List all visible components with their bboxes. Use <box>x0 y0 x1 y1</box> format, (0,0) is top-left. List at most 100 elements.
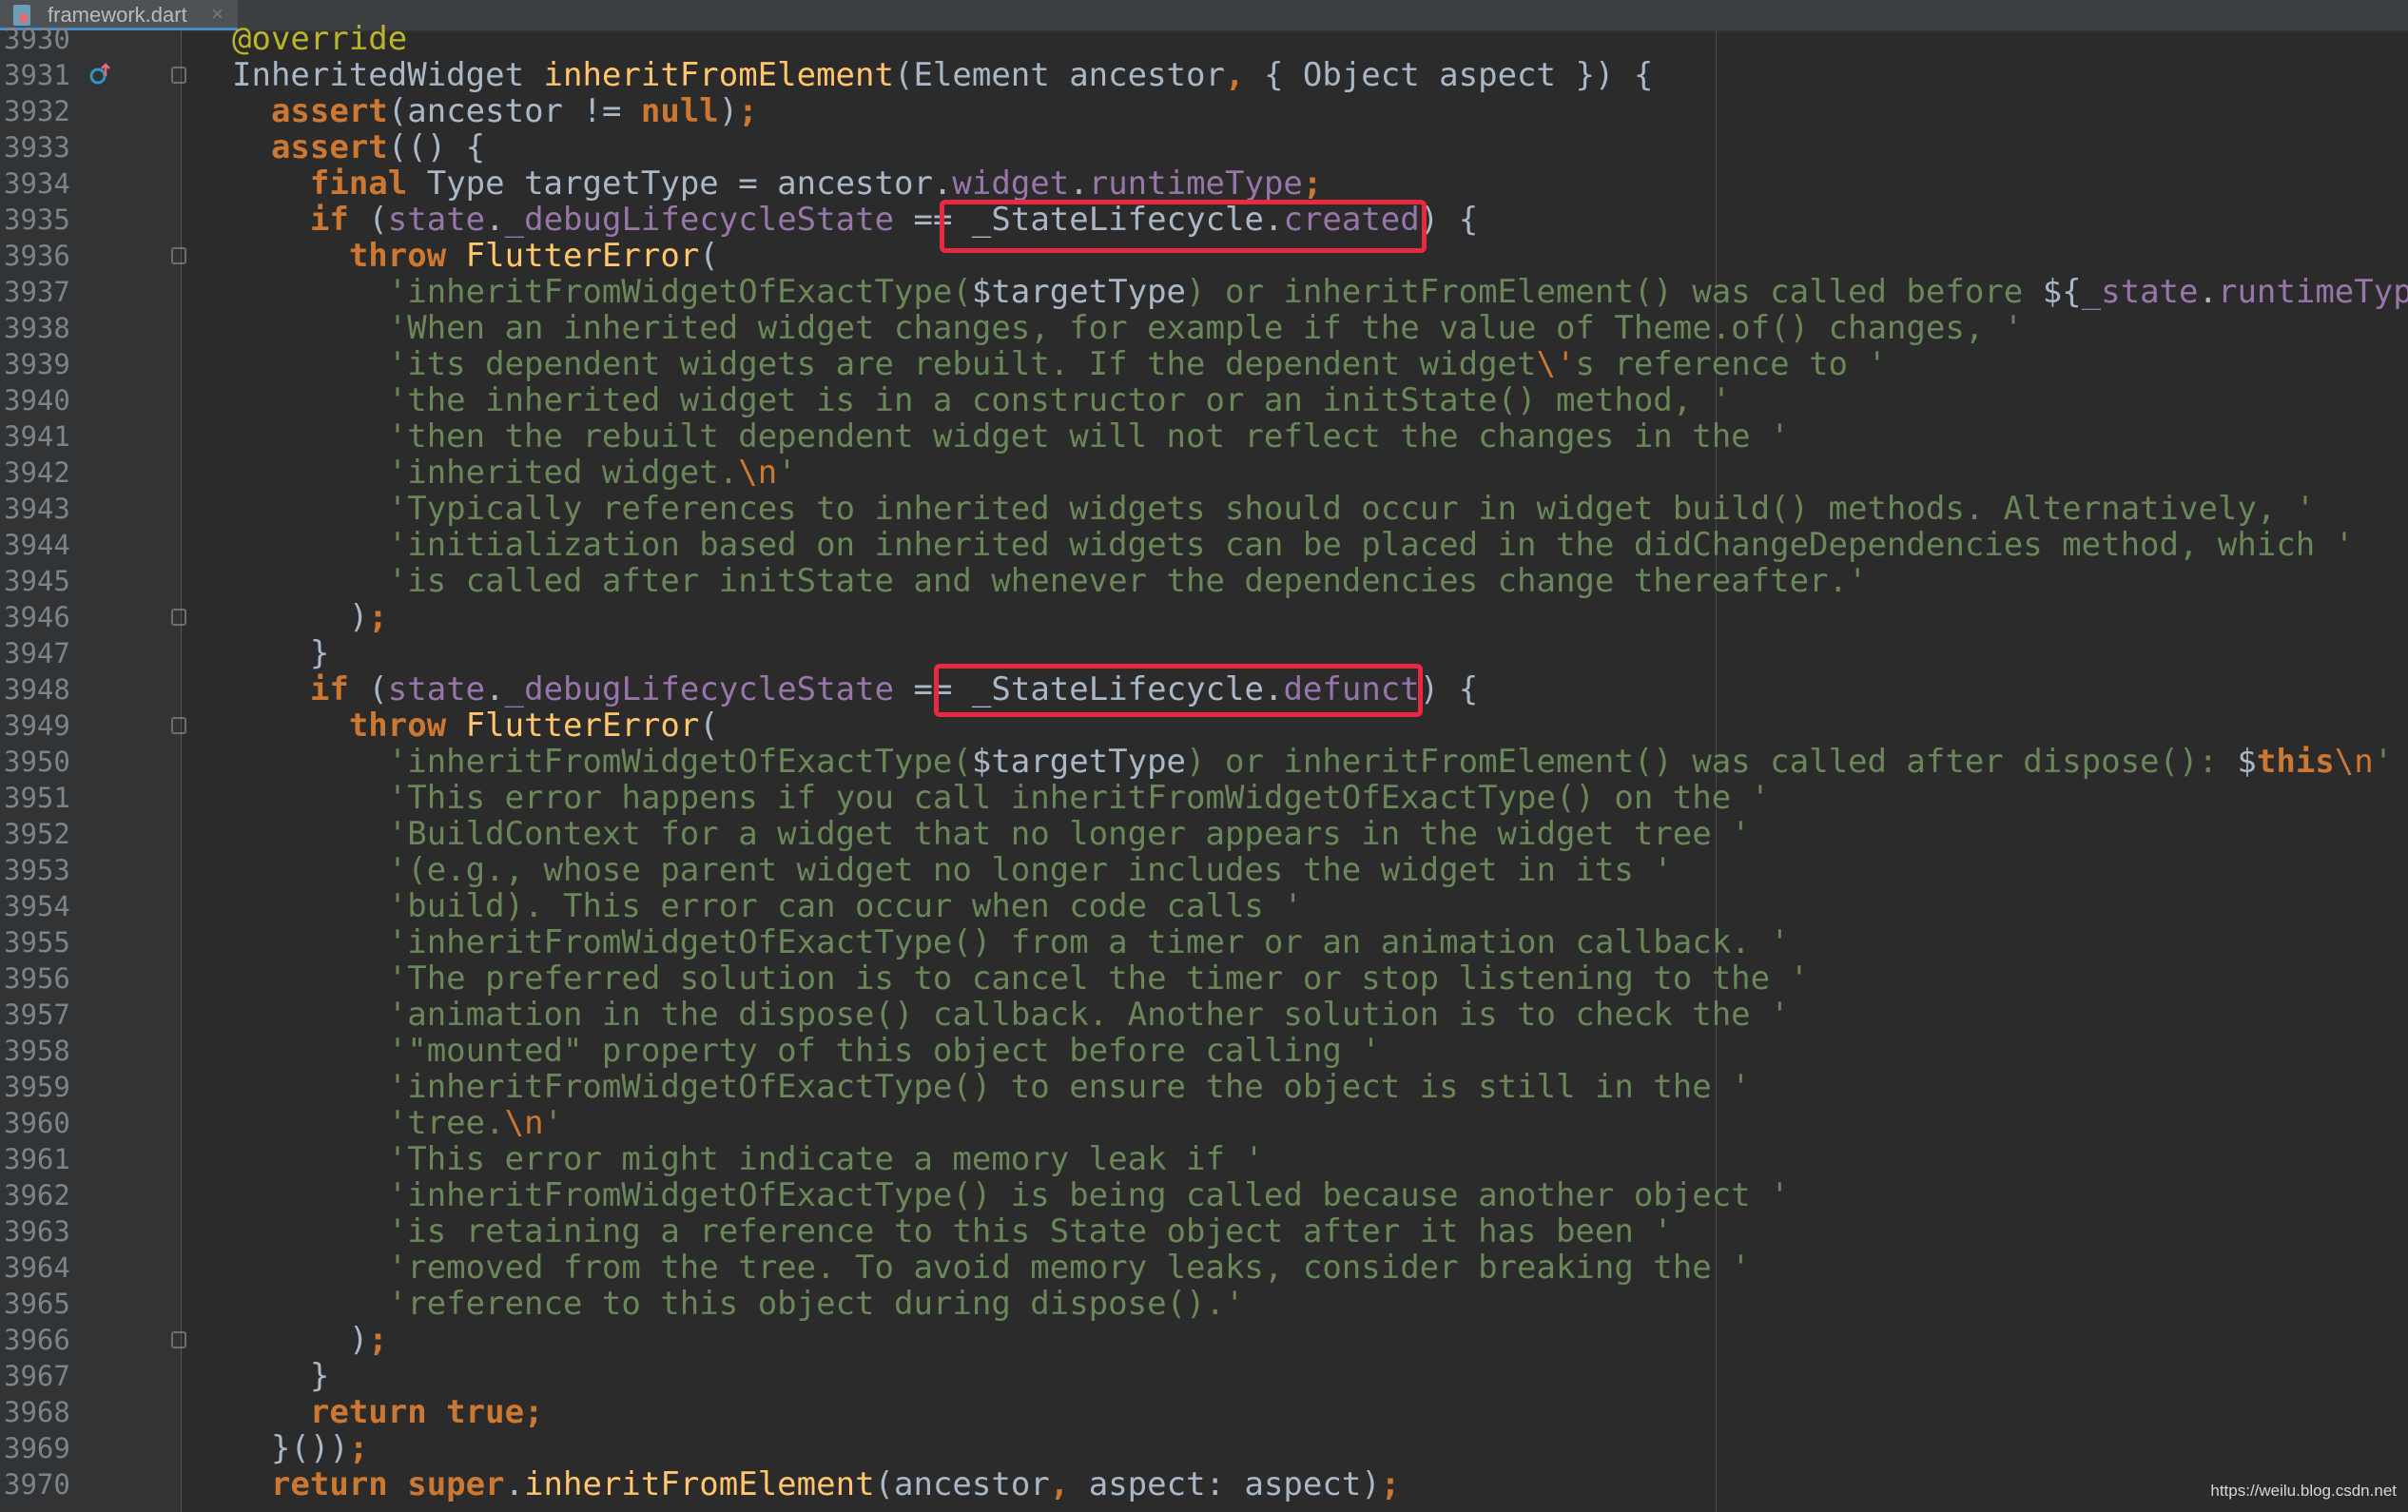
code-text: 'removed from the tree. To avoid memory … <box>232 1250 1751 1286</box>
code-line[interactable]: 3959 'inheritFromWidgetOfExactType() to … <box>0 1069 2408 1105</box>
code-line[interactable]: 3970 return super.inheritFromElement(anc… <box>0 1466 2408 1502</box>
code-line[interactable]: 3952 'BuildContext for a widget that no … <box>0 816 2408 852</box>
line-number: 3962 <box>4 1179 70 1212</box>
code-token: 'its dependent widgets are rebuilt. If t… <box>387 345 1537 383</box>
code-text: 'initialization based on inherited widge… <box>232 527 2354 563</box>
code-line[interactable]: 3964 'removed from the tree. To avoid me… <box>0 1250 2408 1286</box>
code-token: _debugLifecycleState <box>504 670 895 708</box>
code-line[interactable]: 3961 'This error might indicate a memory… <box>0 1141 2408 1177</box>
line-number: 3961 <box>4 1143 70 1175</box>
code-line[interactable]: 3930 @override <box>0 21 2408 57</box>
code-line[interactable]: 3933 assert(() { <box>0 129 2408 165</box>
code-line[interactable]: 3958 '"mounted" property of this object … <box>0 1033 2408 1069</box>
code-text: ); <box>232 599 388 635</box>
code-token: . <box>2198 273 2218 311</box>
fold-marker-icon[interactable] <box>171 247 186 264</box>
code-text: 'its dependent widgets are rebuilt. If t… <box>232 346 1887 382</box>
code-line[interactable]: 3943 'Typically references to inherited … <box>0 491 2408 527</box>
fold-marker-icon[interactable] <box>171 1331 186 1348</box>
code-text: 'then the rebuilt dependent widget will … <box>232 418 1790 455</box>
highlight-box-created <box>940 200 1427 253</box>
code-token: s reference to ' <box>1575 345 1887 383</box>
code-line[interactable]: 3951 'This error happens if you call inh… <box>0 780 2408 816</box>
fold-marker-icon[interactable] <box>171 67 186 84</box>
code-text: }()); <box>232 1430 368 1466</box>
line-number: 3938 <box>4 312 70 344</box>
code-token: 'inheritFromWidgetOfExactType( <box>387 273 972 311</box>
code-text: return true; <box>232 1394 544 1430</box>
code-line[interactable]: 3931 InheritedWidget inheritFromElement(E… <box>0 57 2408 93</box>
code-line[interactable]: 3934 final Type targetType = ancestor.wi… <box>0 165 2408 202</box>
code-line[interactable]: 3940 'the inherited widget is in a const… <box>0 382 2408 418</box>
code-token: return true; <box>309 1393 544 1431</box>
code-token: null <box>640 92 719 130</box>
code-line[interactable]: 3968 return true; <box>0 1394 2408 1430</box>
code-line[interactable]: 3957 'animation in the dispose() callbac… <box>0 997 2408 1033</box>
code-line[interactable]: 3946 ); <box>0 599 2408 635</box>
code-line[interactable]: 3942 'inherited widget.\n' <box>0 455 2408 491</box>
line-number: 3942 <box>4 456 70 489</box>
code-text: 'BuildContext for a widget that no longe… <box>232 816 1751 852</box>
code-token: if <box>309 670 369 708</box>
code-line[interactable]: 3939 'its dependent widgets are rebuilt.… <box>0 346 2408 382</box>
code-token: InheritedWidget <box>232 56 544 94</box>
code-text: 'This error happens if you call inheritF… <box>232 780 1770 816</box>
code-text: 'Typically references to inherited widge… <box>232 491 2316 527</box>
code-line[interactable]: 3969 }()); <box>0 1430 2408 1466</box>
code-line[interactable]: 3938 'When an inherited widget changes, … <box>0 310 2408 346</box>
code-line[interactable]: 3937 'inheritFromWidgetOfExactType($targ… <box>0 274 2408 310</box>
code-line[interactable]: 3944 'initialization based on inherited … <box>0 527 2408 563</box>
code-token: ${ <box>2042 273 2082 311</box>
code-token: 'reference to this object during dispose… <box>387 1285 1245 1323</box>
code-text: throw FlutterError( <box>232 238 719 274</box>
code-line[interactable]: 3954 'build). This error can occur when … <box>0 888 2408 924</box>
code-token: 'inheritFromWidgetOfExactType() is being… <box>387 1176 1790 1214</box>
fold-marker-icon[interactable] <box>171 609 186 626</box>
code-token: Type targetType = ancestor. <box>426 165 953 203</box>
code-line[interactable]: 3953 '(e.g., whose parent widget no long… <box>0 852 2408 888</box>
code-line[interactable]: 3945 'is called after initState and when… <box>0 563 2408 599</box>
code-text: '(e.g., whose parent widget no longer in… <box>232 852 1673 888</box>
code-line[interactable]: 3965 'reference to this object during di… <box>0 1286 2408 1322</box>
line-number: 3936 <box>4 240 70 272</box>
code-line[interactable]: 3941 'then the rebuilt dependent widget … <box>0 418 2408 455</box>
code-token: ( <box>699 237 719 275</box>
code-line[interactable]: 3950 'inheritFromWidgetOfExactType($targ… <box>0 744 2408 780</box>
code-token: 'inheritFromWidgetOfExactType( <box>387 743 972 781</box>
code-line[interactable]: 3966 ); <box>0 1322 2408 1358</box>
code-text: return super.inheritFromElement(ancestor… <box>232 1466 1400 1502</box>
line-number: 3956 <box>4 962 70 995</box>
code-line[interactable]: 3956 'The preferred solution is to cance… <box>0 960 2408 997</box>
code-token: ( <box>699 707 719 745</box>
code-text: 'reference to this object during dispose… <box>232 1285 1245 1323</box>
line-number: 3935 <box>4 204 70 236</box>
code-text: 'inheritFromWidgetOfExactType($targetTyp… <box>232 744 2393 780</box>
code-line[interactable]: 3967 } <box>0 1358 2408 1394</box>
code-line[interactable]: 3963 'is retaining a reference to this S… <box>0 1213 2408 1250</box>
line-number: 3950 <box>4 746 70 778</box>
code-line[interactable]: 3962 'inheritFromWidgetOfExactType() is … <box>0 1177 2408 1213</box>
line-number: 3948 <box>4 673 70 706</box>
code-line[interactable]: 3932 assert(ancestor != null); <box>0 93 2408 129</box>
code-token: if <box>309 201 369 239</box>
code-line[interactable]: 3955 'inheritFromWidgetOfExactType() fro… <box>0 924 2408 960</box>
code-token: ( <box>368 201 388 239</box>
fold-marker-icon[interactable] <box>171 717 186 734</box>
code-token: _state <box>2081 273 2199 311</box>
code-text: assert(ancestor != null); <box>232 93 758 129</box>
code-text: 'is retaining a reference to this State … <box>232 1213 1673 1250</box>
line-number: 3945 <box>4 565 70 597</box>
code-token: (ancestor <box>874 1465 1050 1503</box>
code-token: ; <box>368 1321 388 1359</box>
code-token: widget <box>952 165 1070 203</box>
code-line[interactable]: 3960 'tree.\n' <box>0 1105 2408 1141</box>
